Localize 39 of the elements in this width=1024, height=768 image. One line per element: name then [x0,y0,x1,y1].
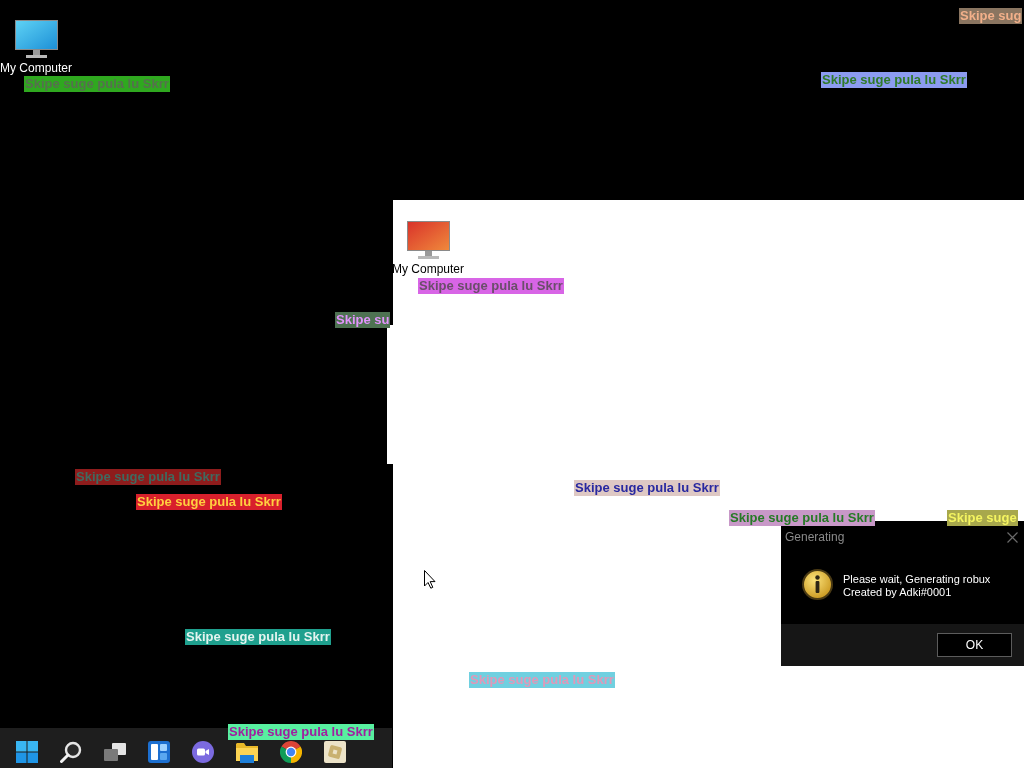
highlighted-text: Skipe suge pula lu Skrr [574,480,720,496]
highlighted-text: Skipe suge pula lu Skrr [136,494,282,510]
highlighted-text: Skipe suge pula lu Skrr [75,469,221,485]
folder-icon [236,741,258,763]
task-view-button[interactable] [104,741,126,763]
desktop-shortcut[interactable]: My Computer [392,221,464,276]
info-icon [802,569,833,600]
windows-logo-icon [16,741,38,763]
tilted-square-app-icon [324,741,346,763]
highlighted-text: Skipe sug [959,8,1023,24]
highlighted-text: Skipe suge pula lu Skrr [185,629,331,645]
widgets-button[interactable] [148,741,170,763]
overlapping-windows-icon [104,741,126,763]
chrome-logo-icon [280,741,302,763]
dialog-message: Please wait, Generating robux [843,573,991,586]
chat-button[interactable] [192,741,214,763]
search-icon [60,741,82,763]
dialog-message: Created by Adki#0001 [843,586,953,599]
highlighted-text: Skipe su [335,312,391,328]
highlighted-text: Skipe suge [947,510,1018,526]
widgets-icon [148,741,170,763]
highlighted-text: Skipe suge pula lu Skrr [469,672,615,688]
mouse-pointer-icon [424,570,436,589]
browser-button[interactable] [280,741,302,763]
dialog-title: Generating [785,530,845,544]
highlighted-text: Skipe suge pula lu Skrr [729,510,875,526]
highlighted-text: Skipe suge pula lu Skrr [228,724,374,740]
highlighted-text: Skipe suge pula lu Skrr [24,76,170,92]
close-icon[interactable] [1007,531,1018,543]
monitor-icon [14,20,58,58]
monitor-icon [406,221,450,259]
search-button[interactable] [60,741,82,763]
desktop-shortcut[interactable]: My Computer [0,20,72,75]
ok-button[interactable]: OK [937,633,1012,657]
highlighted-text: Skipe suge pula lu Skrr [418,278,564,294]
highlighted-text: Skipe suge pula lu Skrr [821,72,967,88]
file-explorer-button[interactable] [236,741,258,763]
video-chat-icon [192,741,214,763]
start-button[interactable] [16,741,38,763]
